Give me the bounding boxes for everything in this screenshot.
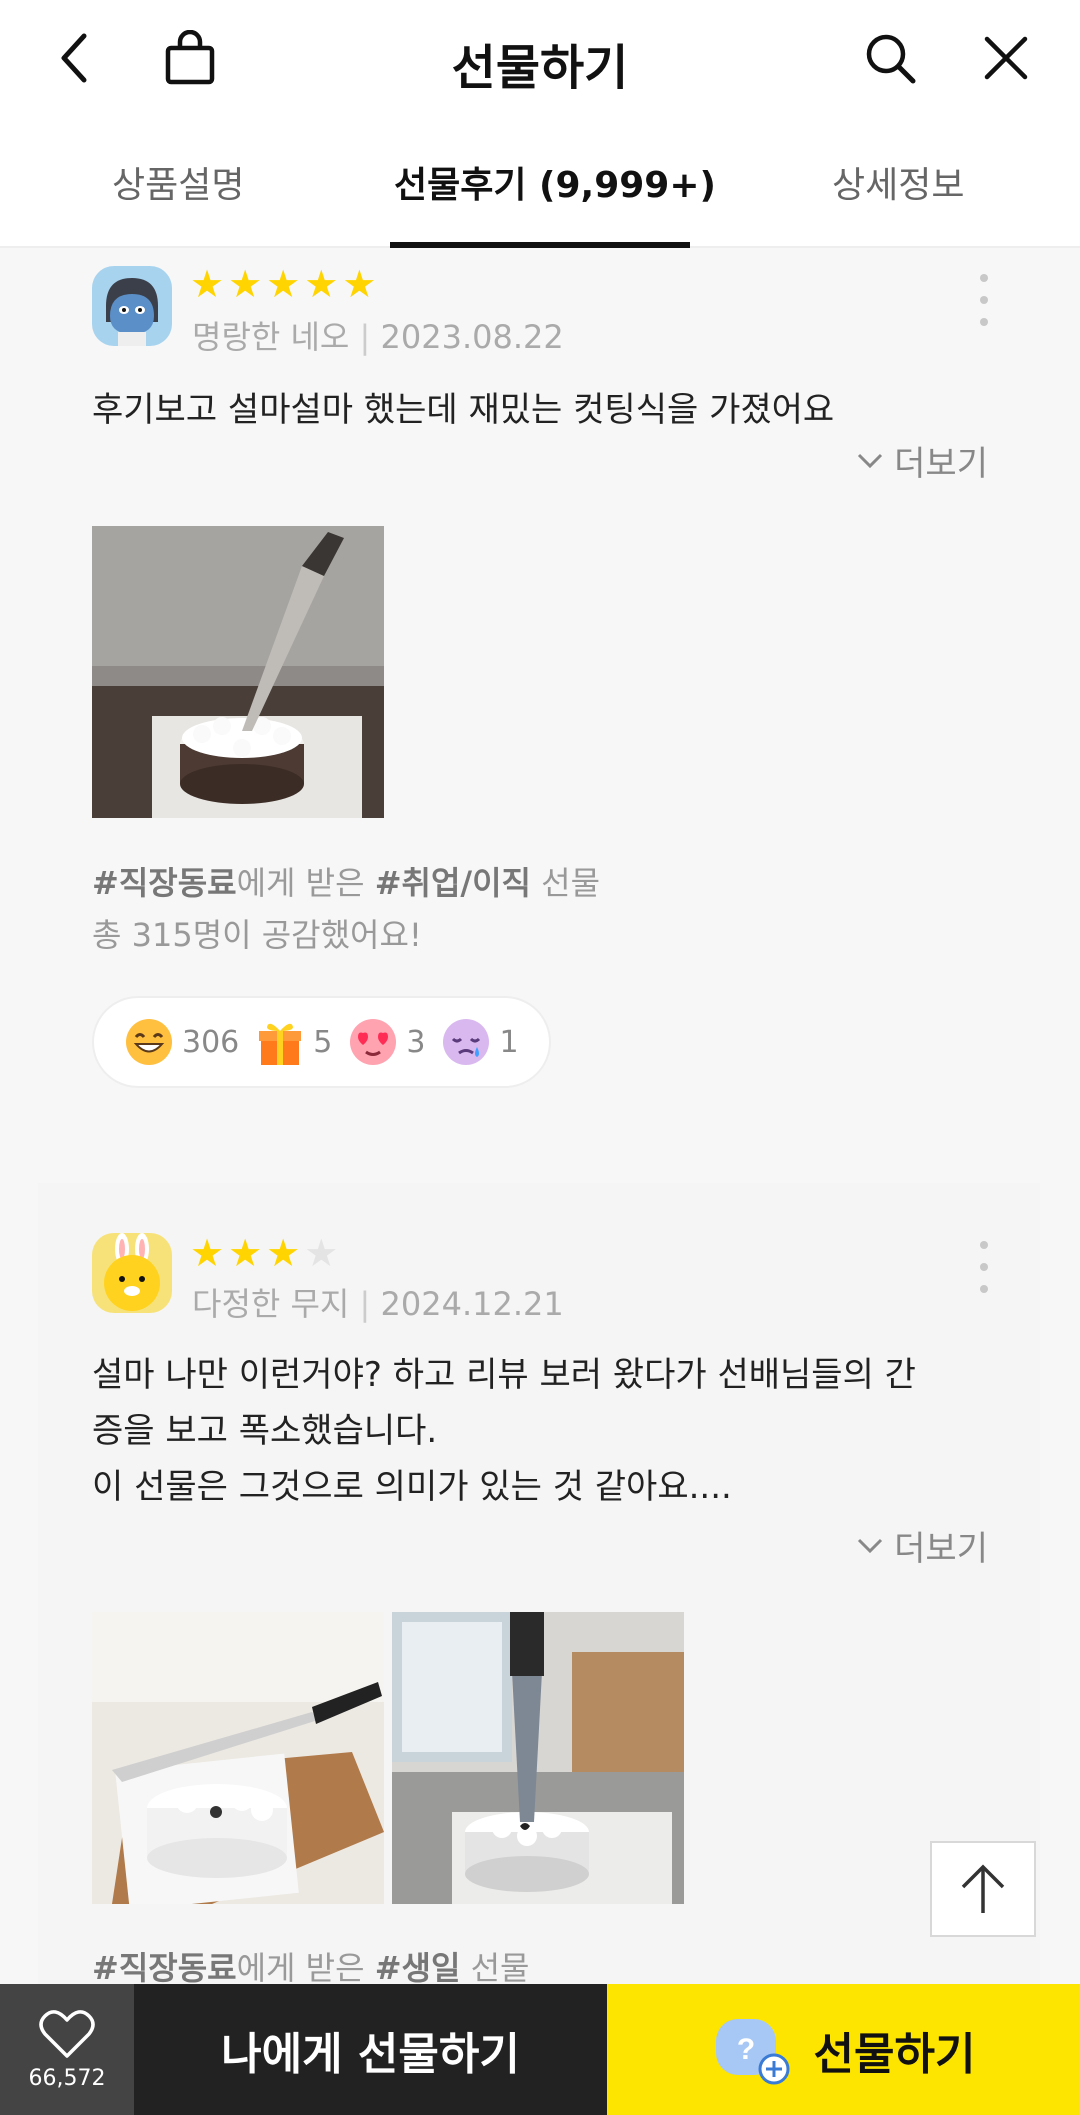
star-filled-icon: ★: [228, 262, 263, 306]
reaction-gift[interactable]: 5: [255, 1017, 332, 1067]
tagline-end: 선물: [541, 864, 601, 902]
occasion-tag[interactable]: #생일: [375, 1949, 461, 1984]
review-text: 후기보고 설마설마 했는데 재밌는 컷팅식을 가졌어요: [92, 390, 835, 430]
muzi-character-icon: [92, 1233, 172, 1313]
avatar: [92, 266, 172, 346]
gift-tagline: #직장동료에게 받은 #취업/이직 선물: [92, 858, 600, 904]
search-icon: [866, 34, 916, 84]
gift-button[interactable]: ? 선물하기: [607, 1984, 1080, 2115]
tab-gift-reviews[interactable]: 선물후기 (9,999+): [394, 156, 716, 208]
gift-to-me-button[interactable]: 나에게 선물하기: [134, 1984, 607, 2115]
reaction-count: 3: [406, 1024, 426, 1060]
gift-friend-icon: ?: [715, 2018, 790, 2084]
star-filled-icon: ★: [190, 1231, 225, 1275]
more-options-button[interactable]: [972, 1241, 996, 1293]
tab-product-description[interactable]: 상품설명: [112, 156, 244, 208]
kebab-dot: [980, 1241, 988, 1249]
close-button[interactable]: [970, 22, 1042, 94]
kebab-dot: [980, 1263, 988, 1271]
close-icon: [984, 36, 1028, 80]
cake-knife-photo: [92, 1612, 384, 1904]
wish-count: 66,572: [28, 2066, 106, 2091]
meta-separator: |: [359, 318, 371, 356]
star-filled-icon: ★: [304, 262, 339, 306]
tagline-text: 에게 받은: [236, 1949, 365, 1984]
review-list[interactable]: ★ ★ ★ ★ ★ 명랑한 네오 | 2023.08.22 후기보고 설마설마 …: [0, 248, 1080, 1984]
review-meta: 명랑한 네오 | 2023.08.22: [192, 312, 564, 358]
cake-knife-photo: [392, 1612, 684, 1904]
arrow-up-icon: [961, 1864, 1005, 1913]
empathy-count: 총 315명이 공감했어요!: [92, 916, 422, 954]
star-rating: ★ ★ ★ ★ ★: [190, 264, 376, 304]
star-empty-icon: ★: [304, 1231, 339, 1275]
reaction-count: 306: [182, 1024, 240, 1060]
review-date: 2024.12.21: [380, 1285, 564, 1323]
scroll-to-top-button[interactable]: [930, 1841, 1036, 1937]
star-rating: ★ ★ ★ ★: [190, 1233, 338, 1273]
top-app-bar: 선물하기: [0, 0, 1080, 118]
reaction-bar: 306 5 3 1: [92, 996, 551, 1088]
star-filled-icon: ★: [190, 262, 225, 306]
star-filled-icon: ★: [342, 262, 377, 306]
avatar: [92, 1233, 172, 1313]
review-text: 설마 나만 이런거야? 하고 리뷰 보러 왔다가 선배님들의 간 증을 보고 폭…: [92, 1347, 1012, 1515]
relation-tag[interactable]: #직장동료: [92, 1949, 237, 1984]
reaction-count: 5: [313, 1024, 333, 1060]
reaction-heart-eyes[interactable]: 3: [348, 1017, 425, 1067]
read-more-label: 더보기: [894, 1529, 988, 1569]
review-photo[interactable]: [92, 1612, 384, 1904]
reviewer-nickname: 다정한 무지: [192, 1285, 350, 1323]
neo-character-icon: [92, 266, 172, 346]
review-date: 2023.08.22: [380, 318, 564, 356]
kebab-dot: [980, 296, 988, 304]
wishlist-button[interactable]: 66,572: [0, 1984, 134, 2115]
bottom-action-bar: 66,572 나에게 선물하기 ? 선물하기: [0, 1984, 1080, 2115]
reaction-grin[interactable]: 306: [124, 1017, 239, 1067]
chevron-down-icon: [858, 453, 883, 468]
kebab-dot: [980, 274, 988, 282]
read-more-button[interactable]: 더보기: [856, 1521, 988, 1570]
review-photo[interactable]: [92, 526, 384, 818]
gift-tagline: #직장동료에게 받은 #생일 선물: [92, 1943, 529, 1984]
read-more-label: 더보기: [894, 444, 988, 484]
kebab-dot: [980, 318, 988, 326]
review-photo[interactable]: [392, 1612, 684, 1904]
review-card: ★ ★ ★ ★ ★ 명랑한 네오 | 2023.08.22 후기보고 설마설마 …: [38, 248, 1040, 1156]
tab-detail-info[interactable]: 상세정보: [832, 156, 964, 208]
chevron-down-icon: [858, 1538, 883, 1553]
relation-tag[interactable]: #직장동료: [92, 864, 237, 902]
read-more-button[interactable]: 더보기: [856, 436, 988, 485]
grin-emoji-icon: [126, 1019, 172, 1065]
reviewer-nickname: 명랑한 네오: [192, 318, 350, 356]
more-options-button[interactable]: [972, 274, 996, 326]
meta-separator: |: [359, 1285, 371, 1323]
reaction-sad[interactable]: 1: [441, 1017, 519, 1067]
gift-button-label: 선물하기: [813, 2028, 976, 2080]
review-card: ★ ★ ★ ★ 다정한 무지 | 2024.12.21 설마 나만 이런거야? …: [38, 1183, 1040, 1984]
reaction-count: 1: [499, 1024, 519, 1060]
star-filled-icon: ★: [266, 1231, 301, 1275]
tagline-end: 선물: [470, 1949, 530, 1984]
cake-knife-photo: [92, 526, 384, 818]
review-meta: 다정한 무지 | 2024.12.21: [192, 1279, 564, 1325]
star-filled-icon: ★: [228, 1231, 263, 1275]
tab-bar: 상품설명 선물후기 (9,999+) 상세정보: [0, 130, 1080, 248]
heart-eyes-emoji-icon: [350, 1019, 397, 1065]
tagline-text: 에게 받은: [236, 864, 365, 902]
gift-emoji-icon: [259, 1023, 302, 1065]
review-text-line: 이 선물은 그것으로 의미가 있는 것 같아요....: [92, 1467, 732, 1507]
search-button[interactable]: [854, 22, 926, 94]
sad-emoji-icon: [443, 1019, 490, 1065]
review-text-line: 설마 나만 이런거야? 하고 리뷰 보러 왔다가 선배님들의 간: [92, 1355, 916, 1395]
kebab-dot: [980, 1285, 988, 1293]
star-filled-icon: ★: [266, 262, 301, 306]
occasion-tag[interactable]: #취업/이직: [375, 864, 531, 902]
heart-icon: [39, 2010, 95, 2058]
svg-text:?: ?: [736, 2033, 754, 2066]
review-text-line: 증을 보고 폭소했습니다.: [92, 1411, 438, 1451]
